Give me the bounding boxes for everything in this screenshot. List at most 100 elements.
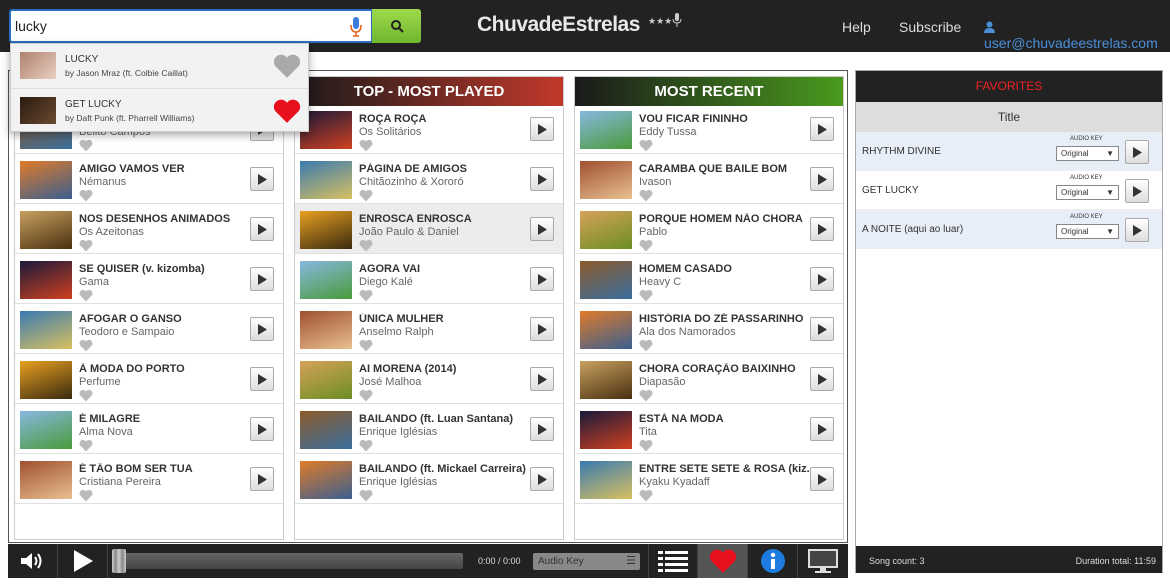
song-thumbnail (300, 161, 352, 199)
song-row[interactable]: SE QUISER (v. kizomba) Gama (15, 254, 283, 304)
play-button[interactable] (250, 467, 274, 491)
song-row[interactable]: NOS DESENHOS ANIMADOS Os Azeitonas (15, 204, 283, 254)
song-row[interactable]: ESTÁ NA MODA Tita (575, 404, 843, 454)
help-link[interactable]: Help (842, 19, 871, 35)
search-input[interactable] (15, 15, 335, 37)
favorite-title: A NOITE (aqui ao luar) (862, 224, 964, 235)
song-row[interactable]: AFOGAR O GANSO Teodoro e Sampaio (15, 304, 283, 354)
play-button[interactable] (810, 117, 834, 141)
play-button[interactable] (810, 217, 834, 241)
play-button[interactable] (1125, 140, 1149, 164)
song-row[interactable]: À MODA DO PORTO Perfume (15, 354, 283, 404)
heart-icon[interactable] (359, 489, 373, 507)
song-row[interactable]: AGORA VAI Diego Kalé (295, 254, 563, 304)
song-row[interactable]: VOU FICAR FININHO Eddy Tussa (575, 104, 843, 154)
search-box[interactable] (9, 9, 373, 43)
play-button[interactable] (250, 417, 274, 441)
info-button[interactable] (748, 544, 798, 578)
play-button[interactable] (530, 217, 554, 241)
song-row[interactable]: É MILAGRE Alma Nova (15, 404, 283, 454)
heart-icon[interactable] (79, 489, 93, 507)
microphone-icon[interactable] (349, 16, 363, 43)
song-row[interactable]: ENROSCA ENROSCA João Paulo & Daniel (295, 204, 563, 254)
song-row[interactable]: AMIGO VAMOS VER Némanus (15, 154, 283, 204)
column-top-most-played: TOP - MOST PLAYED José Cid ROÇA ROÇA Os … (294, 76, 564, 540)
audio-key-select[interactable]: Audio Key ☰ (533, 553, 640, 570)
song-row[interactable]: ROÇA ROÇA Os Solitários (295, 104, 563, 154)
song-row[interactable]: PÁGINA DE AMIGOS Chitãozinho & Xororó (295, 154, 563, 204)
favorites-title-column[interactable]: Title (856, 102, 1162, 132)
audio-key-label: AUDIO KEY (1070, 136, 1103, 142)
play-button[interactable] (810, 167, 834, 191)
heart-icon[interactable] (639, 489, 653, 507)
audio-key-select[interactable]: Original ▼ (1056, 185, 1119, 200)
playlist-button[interactable] (648, 544, 698, 578)
play-button[interactable] (810, 267, 834, 291)
song-row[interactable]: CHORA CORAÇÃO BAIXINHO Diapasão (575, 354, 843, 404)
play-button[interactable] (250, 317, 274, 341)
favorites-panel: FAVORITES Title RHYTHM DIVINE AUDIO KEY … (855, 70, 1163, 573)
progress-bar[interactable] (120, 553, 463, 569)
suggestion-artist: by Daft Punk (ft. Pharrell Williams) (65, 113, 195, 123)
song-artist: José Malhoa (359, 376, 422, 388)
song-row[interactable]: CARAMBA QUE BAILE BOM Ivason (575, 154, 843, 204)
song-row[interactable]: PORQUE HOMEM NÃO CHORA Pablo (575, 204, 843, 254)
song-row[interactable]: HISTÓRIA DO ZÉ PASSARINHO Ala dos Namora… (575, 304, 843, 354)
favorite-row[interactable]: GET LUCKY AUDIO KEY Original ▼ (856, 171, 1162, 210)
play-button[interactable] (530, 267, 554, 291)
song-row[interactable]: ENTRE SETE SETE & ROSA (kiz... Kyaku Kya… (575, 454, 843, 504)
audio-key-select[interactable]: Original ▼ (1056, 224, 1119, 239)
play-button[interactable] (530, 117, 554, 141)
play-button[interactable] (250, 167, 274, 191)
heart-icon[interactable] (272, 98, 302, 129)
play-button[interactable] (250, 217, 274, 241)
favorite-row[interactable]: RHYTHM DIVINE AUDIO KEY Original ▼ (856, 132, 1162, 171)
play-button[interactable] (1125, 179, 1149, 203)
song-row[interactable]: BAILANDO (ft. Mickael Carreira) Enrique … (295, 454, 563, 504)
audio-key-value: Original (1061, 149, 1089, 158)
play-button[interactable] (810, 417, 834, 441)
song-row[interactable]: É TÃO BOM SER TUA Cristiana Pereira (15, 454, 283, 504)
screen-button[interactable] (798, 544, 848, 578)
play-button[interactable] (530, 317, 554, 341)
play-button[interactable] (58, 544, 108, 578)
search-button[interactable] (372, 9, 421, 43)
logo[interactable]: ChuvadeEstrelas (477, 13, 640, 37)
user-account-link[interactable]: user@chuvadeestrelas.com (984, 19, 1170, 51)
favorite-row[interactable]: A NOITE (aqui ao luar) AUDIO KEY Origina… (856, 210, 1162, 249)
song-title: ROÇA ROÇA (359, 113, 427, 125)
song-row[interactable]: BAILANDO (ft. Luan Santana) Enrique Iglé… (295, 404, 563, 454)
suggestion-item[interactable]: LUCKY by Jason Mraz (ft. Colbie Caillat) (11, 44, 308, 88)
play-button[interactable] (1125, 218, 1149, 242)
heart-icon[interactable] (272, 53, 302, 84)
song-artist: Kyaku Kyadaff (639, 476, 710, 488)
play-button[interactable] (810, 367, 834, 391)
song-row[interactable]: AI MORENA (2014) José Malhoa (295, 354, 563, 404)
play-button[interactable] (250, 367, 274, 391)
audio-key-select[interactable]: Original ▼ (1056, 146, 1119, 161)
play-button[interactable] (810, 317, 834, 341)
volume-button[interactable] (8, 544, 58, 578)
logo-stars-icon: ★★★ (648, 12, 682, 28)
favorites-button[interactable] (698, 544, 748, 578)
song-artist: Enrique Iglésias (359, 476, 438, 488)
song-thumbnail (20, 161, 72, 199)
favorite-title: GET LUCKY (862, 185, 919, 196)
song-count: Song count: 3 (869, 556, 925, 566)
progress-handle[interactable] (112, 549, 126, 573)
song-row[interactable]: HOMEM CASADO Heavy C (575, 254, 843, 304)
song-thumbnail (300, 411, 352, 449)
play-button[interactable] (530, 167, 554, 191)
subscribe-link[interactable]: Subscribe (899, 19, 961, 35)
play-icon (537, 373, 547, 385)
play-button[interactable] (250, 267, 274, 291)
play-button[interactable] (810, 467, 834, 491)
song-row[interactable]: ÚNICA MULHER Anselmo Ralph (295, 304, 563, 354)
play-button[interactable] (530, 467, 554, 491)
song-title: ENROSCA ENROSCA (359, 213, 472, 225)
play-button[interactable] (530, 417, 554, 441)
suggestion-item[interactable]: GET LUCKY by Daft Punk (ft. Pharrell Wil… (11, 88, 308, 132)
suggestion-title: GET LUCKY (65, 99, 122, 110)
song-artist: Chitãozinho & Xororó (359, 176, 464, 188)
play-button[interactable] (530, 367, 554, 391)
